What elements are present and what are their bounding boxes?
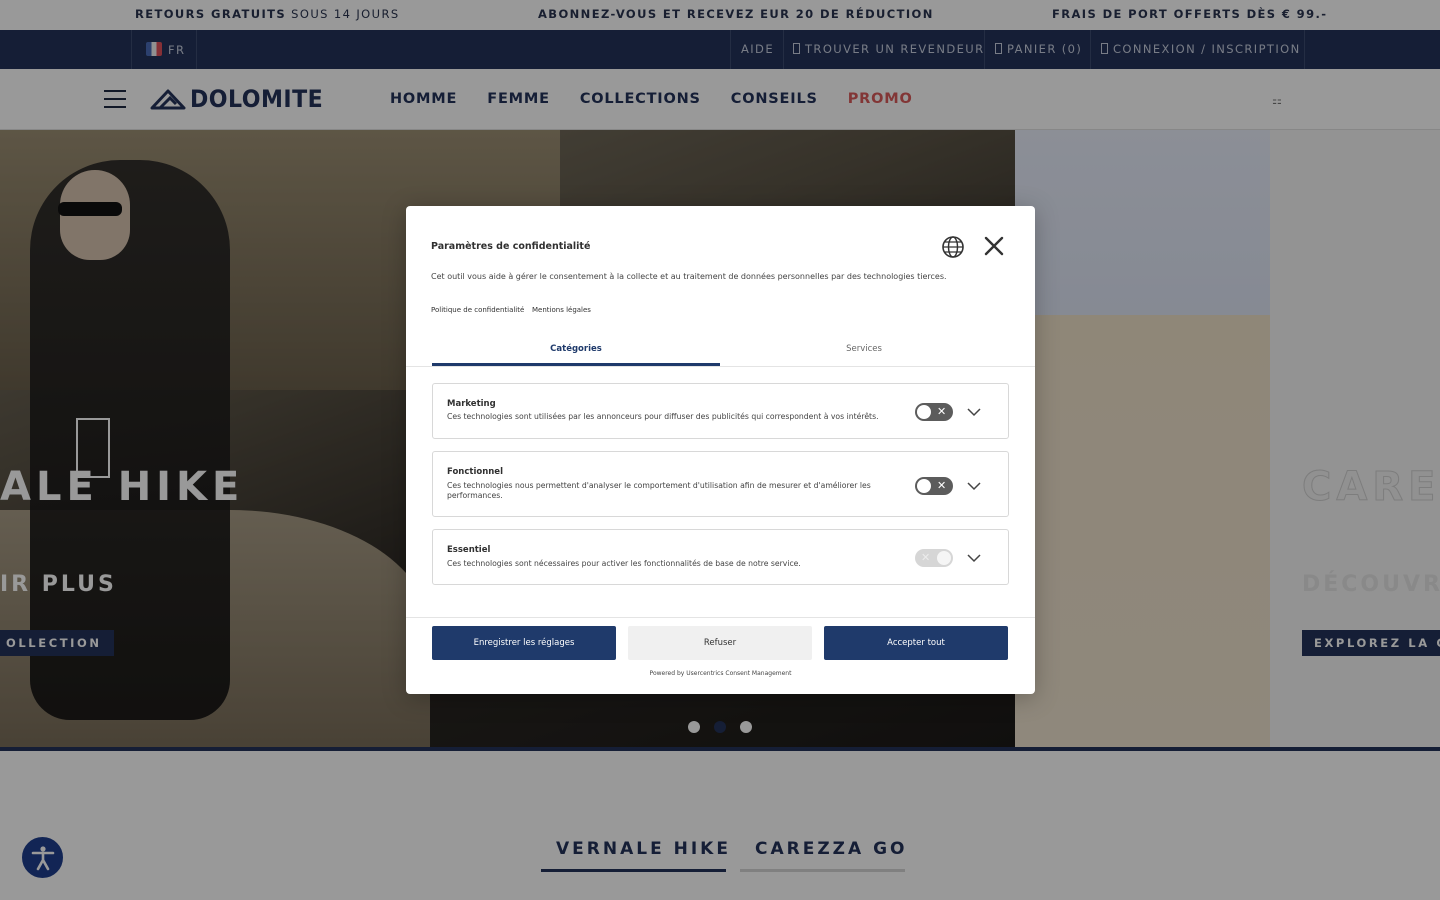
tab-divider <box>406 366 1035 367</box>
dialog-title: Paramètres de confidentialité <box>431 241 591 252</box>
save-settings-button[interactable]: Enregistrer les réglages <box>432 626 616 660</box>
category-name: Marketing <box>447 399 496 409</box>
tab-categories[interactable]: Catégories <box>432 344 720 354</box>
chevron-down-icon[interactable] <box>967 407 981 417</box>
dialog-description: Cet outil vous aide à gérer le consentem… <box>431 272 947 281</box>
consent-category-marketing: Marketing Ces technologies sont utilisée… <box>432 383 1009 439</box>
toggle-on-icon: ✕ <box>921 551 931 564</box>
privacy-policy-link[interactable]: Politique de confidentialité <box>431 306 524 314</box>
functional-toggle[interactable]: ✕ <box>915 477 953 495</box>
marketing-toggle[interactable]: ✕ <box>915 403 953 421</box>
close-icon[interactable] <box>982 234 1006 258</box>
category-name: Fonctionnel <box>447 467 503 477</box>
privacy-settings-dialog: Paramètres de confidentialité Cet outil … <box>406 206 1035 694</box>
language-globe-icon[interactable] <box>941 235 965 259</box>
essential-toggle: ✕ <box>915 549 953 567</box>
chevron-down-icon[interactable] <box>967 481 981 491</box>
chevron-down-icon[interactable] <box>967 553 981 563</box>
consent-category-essential: Essentiel Ces technologies sont nécessai… <box>432 529 1009 585</box>
category-description: Ces technologies nous permettent d'analy… <box>447 481 871 500</box>
accept-all-button[interactable]: Accepter tout <box>824 626 1008 660</box>
tab-services[interactable]: Services <box>720 344 1008 354</box>
category-description: Ces technologies sont nécessaires pour a… <box>447 559 801 568</box>
powered-by-label[interactable]: Powered by Usercentrics Consent Manageme… <box>406 670 1035 677</box>
category-name: Essentiel <box>447 545 491 555</box>
category-description: Ces technologies sont utilisées par les … <box>447 412 879 421</box>
toggle-off-icon: ✕ <box>937 479 947 492</box>
consent-category-functional: Fonctionnel Ces technologies nous permet… <box>432 451 1009 517</box>
legal-notice-link[interactable]: Mentions légales <box>532 306 591 314</box>
refuse-button[interactable]: Refuser <box>628 626 812 660</box>
footer-divider <box>406 617 1035 618</box>
toggle-off-icon: ✕ <box>937 405 947 418</box>
